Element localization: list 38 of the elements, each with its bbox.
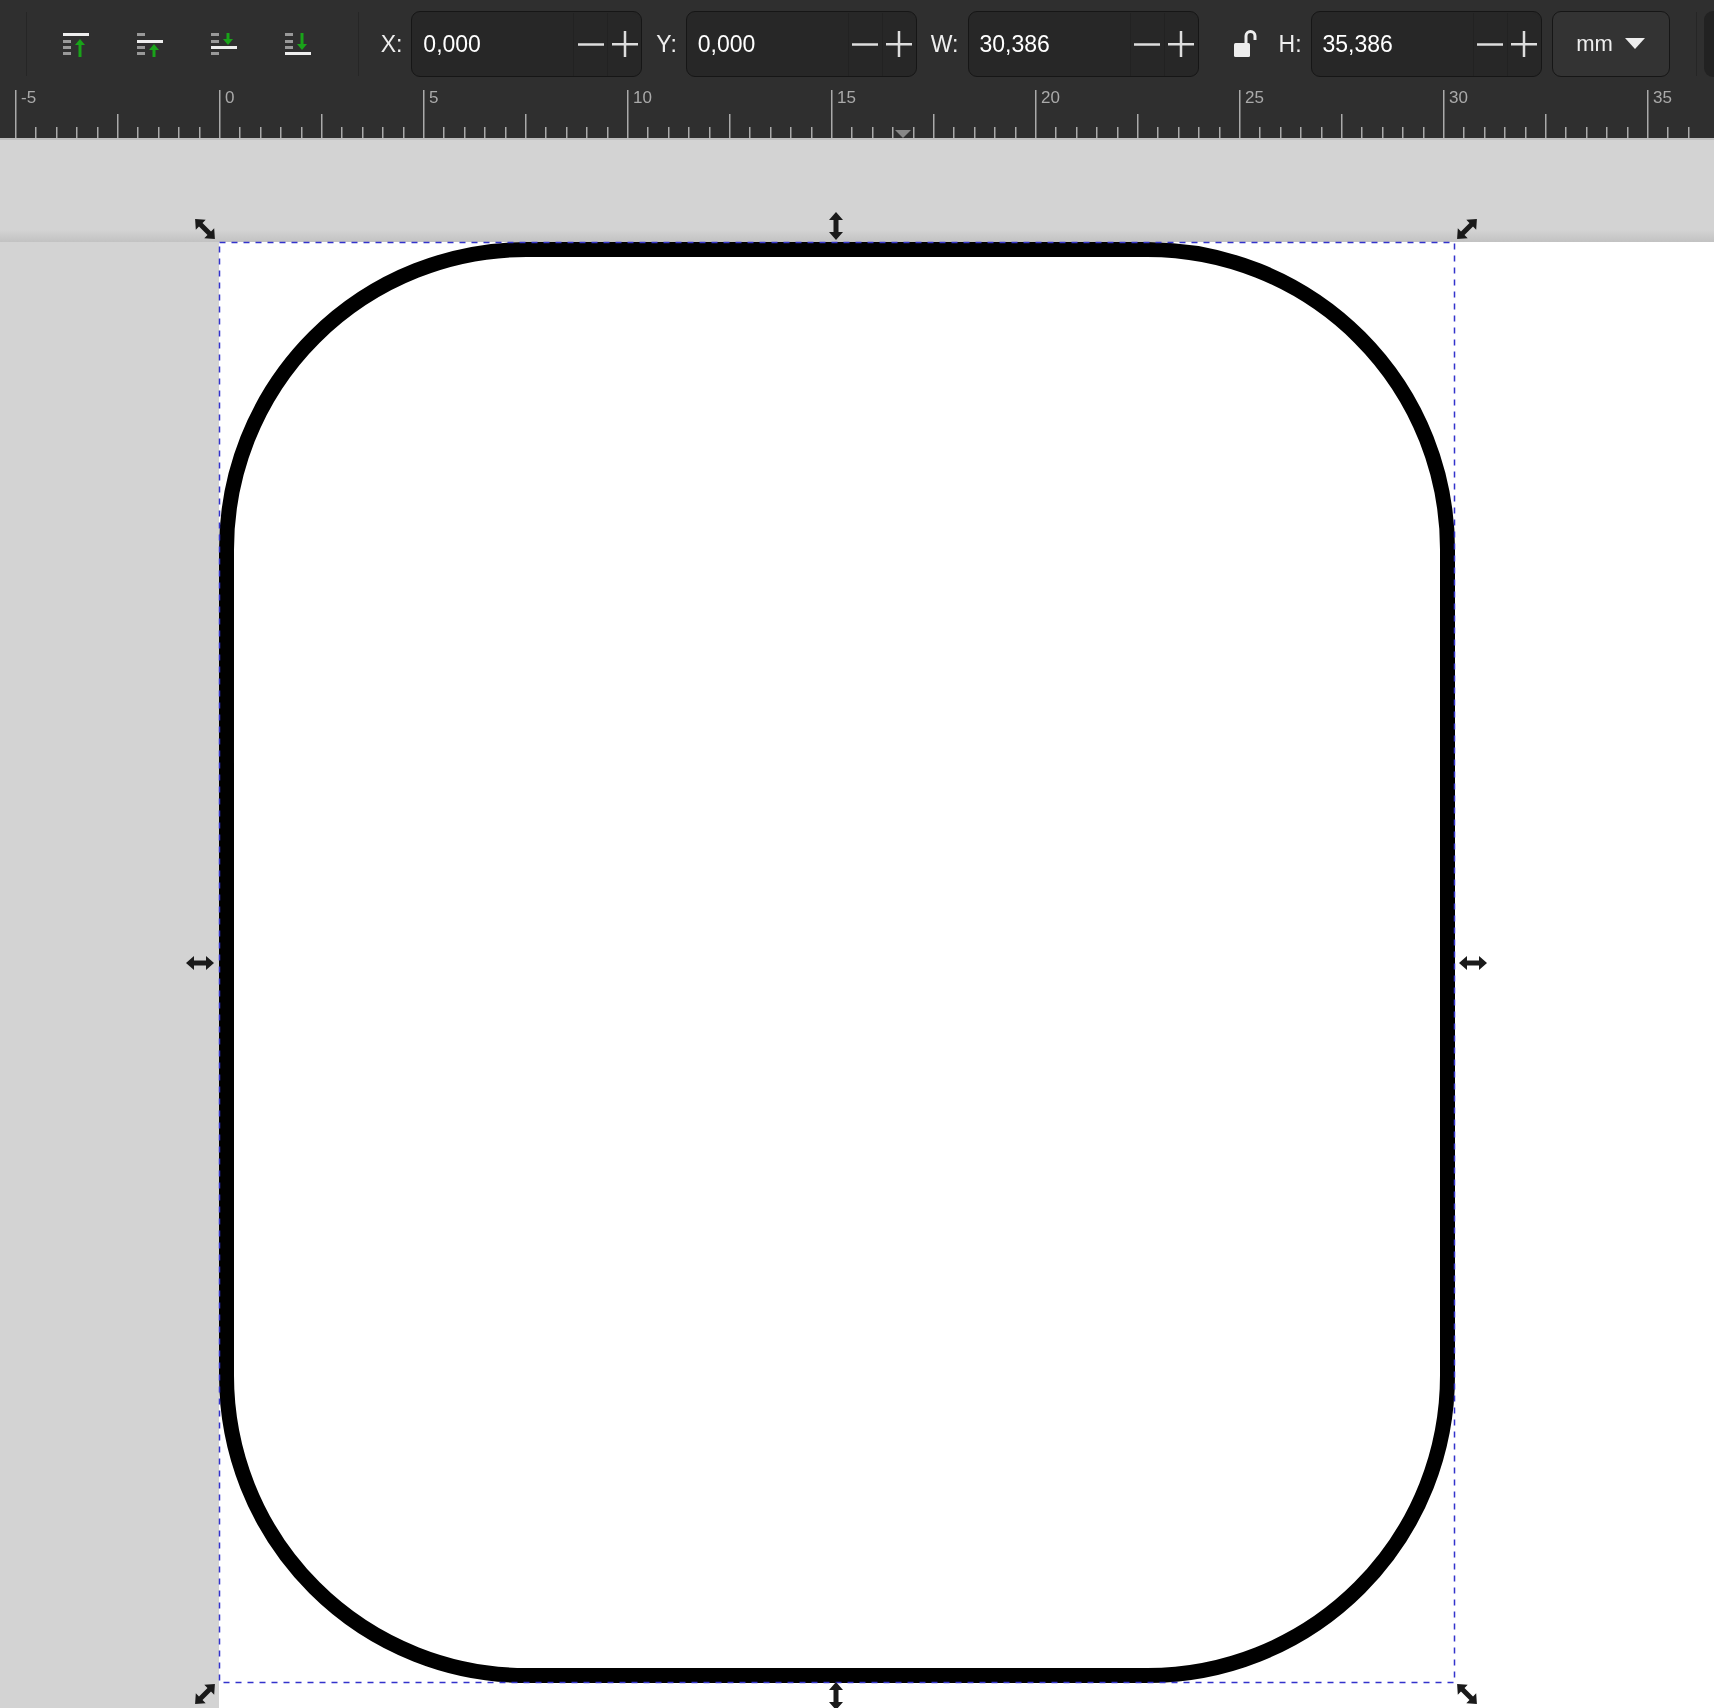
- minus-icon: [577, 42, 604, 46]
- field-label: X:: [380, 30, 403, 58]
- ruler-label: 30: [1449, 88, 1468, 107]
- ruler-label: 25: [1245, 88, 1264, 107]
- corner-handle[interactable]: [1457, 1684, 1477, 1704]
- ruler-label: 5: [429, 88, 439, 107]
- plus-icon: [886, 31, 913, 57]
- field-label: W:: [930, 30, 959, 58]
- ruler-label: 35: [1653, 88, 1672, 107]
- unit-dropdown[interactable]: mm: [1551, 11, 1670, 77]
- plus-icon: [611, 31, 638, 57]
- pointer-marker: [895, 130, 911, 138]
- corner-handle[interactable]: [1457, 219, 1477, 239]
- selected-rounded-rectangle[interactable]: [218, 241, 1456, 1684]
- scale-handle[interactable]: [829, 1682, 843, 1708]
- ruler-label: 20: [1041, 88, 1060, 107]
- caret-icon: [1624, 38, 1645, 50]
- spin-box[interactable]: 35,386: [1310, 11, 1542, 77]
- plus-icon: [1168, 31, 1194, 57]
- scale-handle[interactable]: [1459, 956, 1487, 970]
- minus-icon: [1477, 42, 1503, 46]
- ruler-label: 10: [633, 88, 652, 107]
- minus-icon: [852, 42, 879, 46]
- field-label: H:: [1278, 30, 1302, 58]
- padlock-open-icon[interactable]: [1232, 29, 1259, 59]
- spin-box[interactable]: 0,000: [685, 11, 917, 77]
- field-label: Y:: [656, 30, 677, 58]
- scale-handle[interactable]: [186, 956, 214, 970]
- corner-handle[interactable]: [195, 1684, 215, 1704]
- minus-icon: [1134, 42, 1160, 46]
- ruler-label: 0: [225, 88, 235, 107]
- spin-box[interactable]: 0,000: [411, 11, 643, 77]
- plus-icon: [1511, 31, 1537, 57]
- scale-handle[interactable]: [829, 212, 843, 240]
- ruler-label: -5: [21, 88, 37, 107]
- spin-box[interactable]: 30,386: [967, 11, 1199, 77]
- corner-handle[interactable]: [195, 219, 215, 239]
- ruler-label: 15: [837, 88, 856, 107]
